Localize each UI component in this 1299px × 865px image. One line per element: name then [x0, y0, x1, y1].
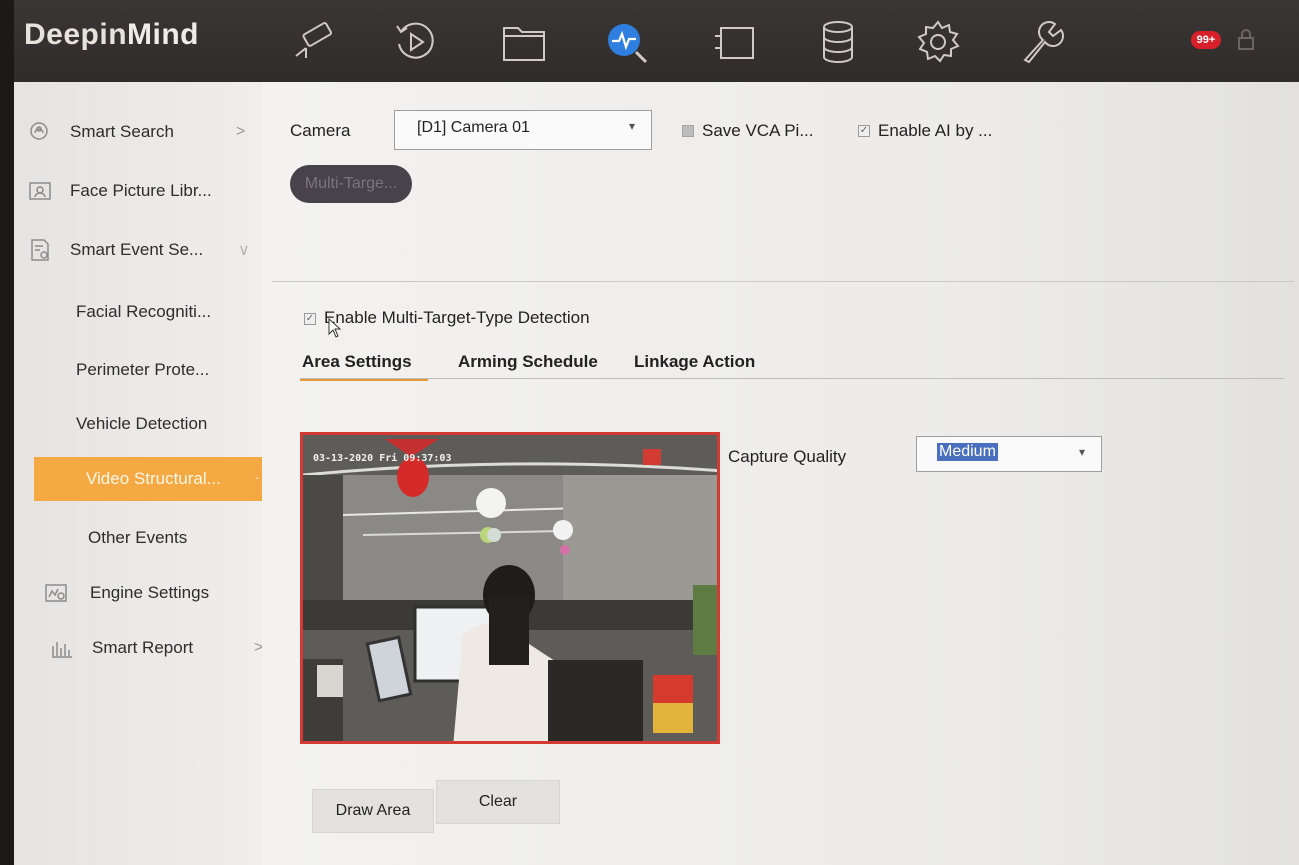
sidebar-item-video-structuralization[interactable]: Video Structural... ·	[34, 457, 270, 501]
save-vca-checkbox[interactable]	[682, 125, 694, 137]
dropdown-arrow-icon: ▾	[1078, 445, 1085, 459]
capture-quality-label: Capture Quality	[728, 447, 847, 466]
camera-icon[interactable]	[290, 18, 338, 66]
camera-label: Camera	[290, 121, 351, 140]
top-toolbar: DeepinMind 99+	[14, 0, 1299, 82]
notification-badge[interactable]: 99+	[1191, 31, 1221, 49]
sidebar-item-other-events[interactable]: Other Events	[14, 518, 262, 558]
sidebar-item-smart-event-settings[interactable]: Smart Event Se... ∨	[14, 228, 262, 272]
monitor-icon[interactable]	[711, 18, 759, 66]
settings-icon[interactable]	[914, 18, 962, 66]
sidebar-item-perimeter-protection[interactable]: Perimeter Prote...	[14, 350, 262, 390]
enable-ai-checkbox[interactable]: ✓	[858, 125, 870, 137]
camera-select[interactable]: [D1] Camera 01 ▾	[394, 110, 652, 150]
section-divider	[272, 281, 1294, 282]
tab-arming-schedule[interactable]: Arming Schedule	[458, 352, 598, 372]
smart-search-icon[interactable]	[602, 18, 650, 66]
sidebar-item-engine-settings[interactable]: Engine Settings	[14, 571, 262, 615]
sidebar-item-vehicle-detection[interactable]: Vehicle Detection	[14, 404, 262, 444]
dropdown-arrow-icon: ▾	[628, 119, 635, 133]
sidebar-item-face-picture-library[interactable]: Face Picture Libr...	[14, 169, 262, 213]
chevron-icon: ·	[255, 469, 260, 485]
mouse-cursor-icon	[328, 318, 342, 338]
sidebar-item-smart-report[interactable]: Smart Report >	[14, 626, 263, 670]
smart-search-icon	[28, 120, 52, 144]
enable-multi-target-label: Enable Multi-Target-Type Detection	[324, 308, 590, 327]
engine-settings-icon	[44, 581, 68, 605]
tab-divider	[300, 378, 1284, 379]
video-preview[interactable]: 03-13-2020 Fri 09:37:03	[300, 432, 720, 744]
camera-scene-image	[303, 435, 717, 741]
maintenance-icon[interactable]	[1017, 18, 1065, 66]
lock-icon[interactable]	[1236, 29, 1256, 51]
smart-event-icon	[28, 238, 52, 262]
tab-area-settings[interactable]: Area Settings	[302, 352, 412, 372]
chevron-down-icon: ∨	[238, 242, 250, 259]
clear-button[interactable]: Clear	[436, 780, 560, 824]
sidebar-item-smart-search[interactable]: Smart Search >	[14, 110, 262, 154]
chevron-right-icon: >	[236, 123, 246, 140]
recording-indicator-icon	[643, 449, 661, 465]
multi-target-type-tab[interactable]: Multi-Targe...	[290, 165, 412, 203]
sidebar: Smart Search > Face Picture Libr... Smar…	[14, 82, 270, 865]
storage-icon[interactable]	[814, 18, 862, 66]
osd-timestamp: 03-13-2020 Fri 09:37:03	[313, 453, 452, 464]
playback-icon[interactable]	[391, 18, 439, 66]
save-vca-label: Save VCA Pi...	[702, 121, 814, 140]
file-icon[interactable]	[500, 18, 548, 66]
sidebar-item-facial-recognition[interactable]: Facial Recogniti...	[14, 292, 262, 332]
capture-quality-select[interactable]: Medium ▾	[916, 436, 1102, 472]
enable-ai-label: Enable AI by ...	[878, 121, 993, 140]
draw-area-button[interactable]: Draw Area	[312, 789, 434, 833]
tab-linkage-action[interactable]: Linkage Action	[634, 352, 755, 372]
window-frame	[0, 0, 14, 865]
brand-logo: DeepinMind	[24, 18, 200, 51]
smart-report-icon	[50, 636, 74, 660]
main-panel: Camera [D1] Camera 01 ▾ Save VCA Pi... ✓…	[262, 82, 1299, 865]
enable-multi-target-checkbox[interactable]: ✓	[304, 313, 316, 325]
face-picture-icon	[28, 179, 52, 203]
